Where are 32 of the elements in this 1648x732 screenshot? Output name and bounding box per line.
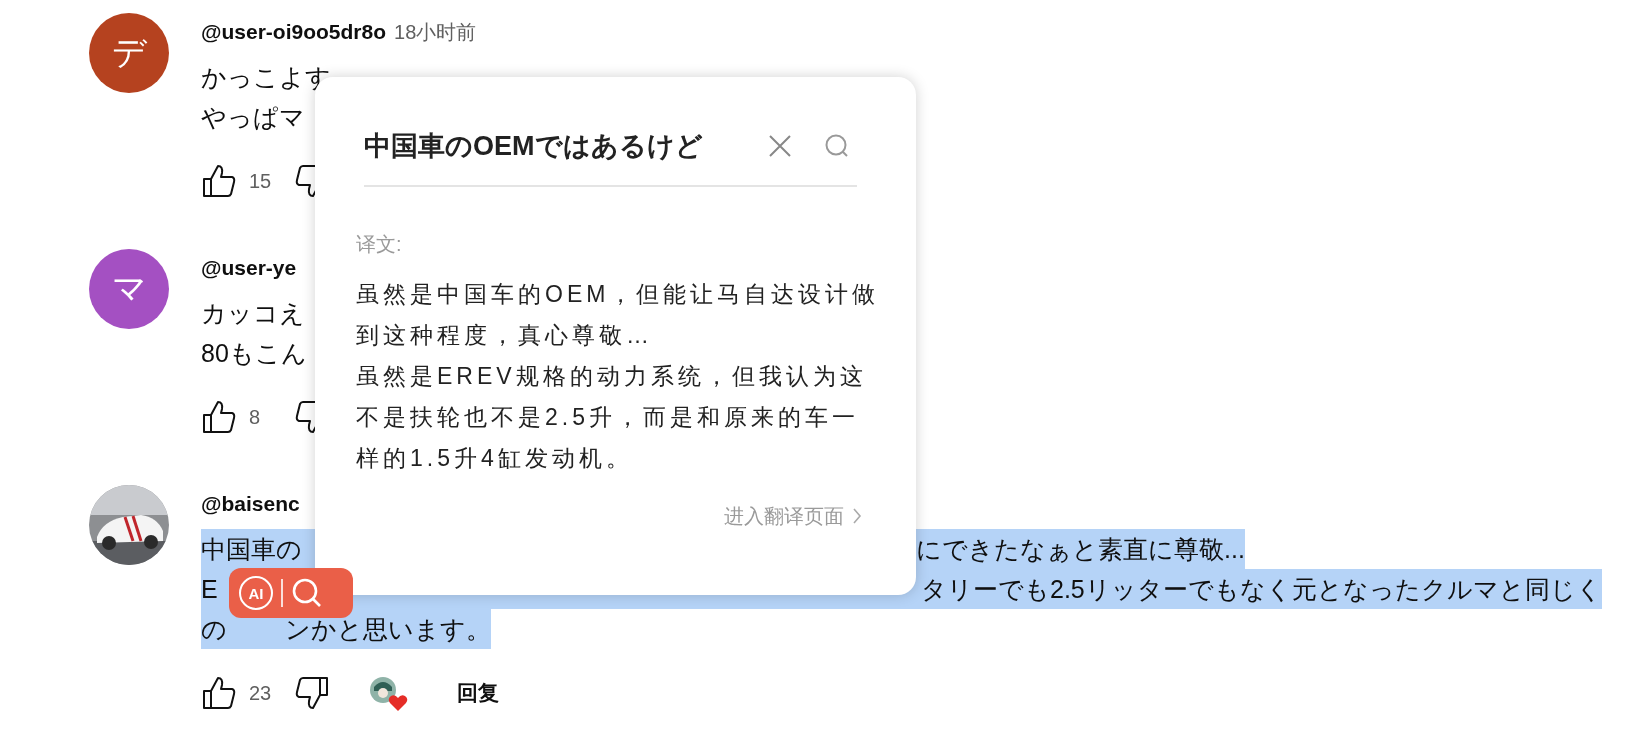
search-icon[interactable] [824, 133, 850, 159]
like-count: 23 [248, 681, 273, 705]
thumbs-down-icon[interactable] [294, 675, 330, 711]
comment-text: E [201, 574, 218, 605]
search-icon [291, 577, 323, 609]
like-count: 8 [248, 405, 262, 429]
translation-label: 译文: [356, 232, 403, 257]
thumbs-up-icon[interactable] [201, 399, 237, 435]
reply-button[interactable]: 回复 [457, 679, 499, 707]
comment-text: かっこよす [201, 62, 331, 93]
comment-text: 80もこん [201, 338, 307, 369]
username[interactable]: @baisenc [201, 492, 300, 516]
search-field[interactable]: 中国車のOEMではあるけど [364, 130, 764, 162]
comment-text: にできたなぁと素直に尊敬... [916, 534, 1245, 565]
translation-text: 虽然是中国车的OEM，但能让马自达设计做到这种程度，真心尊敬… [356, 280, 881, 350]
username[interactable]: @user-oi9oo5dr8o [201, 20, 386, 44]
user-avatar[interactable]: マ [89, 249, 169, 329]
comment-text: やっぱマ [201, 102, 305, 133]
search-button[interactable] [291, 577, 323, 609]
comment-text: 中国車の [201, 534, 302, 565]
thumbs-up-icon[interactable] [201, 675, 237, 711]
comment-text: カッコえ [201, 298, 305, 329]
close-icon[interactable] [767, 133, 793, 159]
user-avatar[interactable]: デ [89, 13, 169, 93]
comment-text: ンかと思います。 [285, 614, 491, 645]
translation-text: 虽然是EREV规格的动力系统，但我认为这不是扶轮也不是2.5升，而是和原来的车一样的1.5升4缸发动机。 [356, 362, 868, 473]
comment-text: タリーでも2.5リッターでもなく元となったクルマと同じく [921, 574, 1602, 605]
thumbs-up-icon[interactable] [201, 163, 237, 199]
username[interactable]: @user-ye [201, 256, 297, 280]
timestamp: 18小时前 [394, 19, 477, 45]
comment-text: の [201, 614, 227, 645]
like-count: 15 [248, 169, 273, 193]
